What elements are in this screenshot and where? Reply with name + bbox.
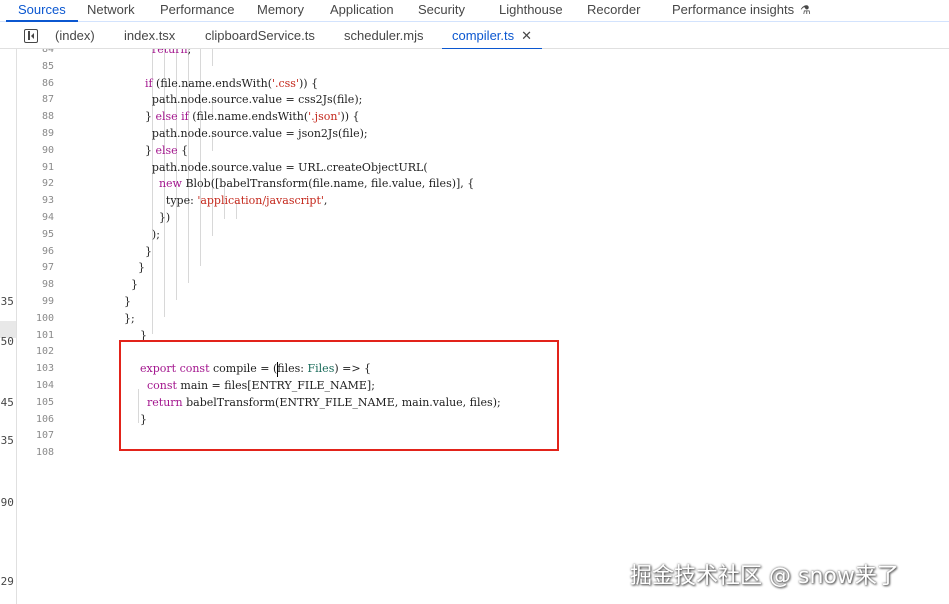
code-line[interactable]: 97 } [18,259,949,276]
file-tab-compiler-label: compiler.ts [452,28,515,43]
code-line[interactable]: 91 path.node.source.value = URL.createOb… [18,159,949,176]
left-strip-number: 590 [0,496,14,509]
line-number[interactable]: 105 [18,394,54,411]
code-editor[interactable]: 84 return; 85 86 if (file.name.endsWith('… [18,49,949,604]
line-number[interactable]: 97 [18,259,54,276]
editor-file-tabs: (index) index.tsx clipboardService.ts sc… [0,23,949,50]
left-strip-number: 729 [0,575,14,588]
tab-application[interactable]: Application [330,1,394,19]
tab-lighthouse[interactable]: Lighthouse [499,1,563,19]
watermark: 掘金技术社区 @ snow来了 [630,564,899,589]
left-strip-number: 150 [0,335,14,348]
left-pane-strip: 235 150 845 235 590 729 [0,49,17,604]
tab-performance-insights[interactable]: Performance insights ⚗ [672,1,811,19]
line-number[interactable]: 86 [18,75,54,92]
code-line[interactable]: 87 path.node.source.value = css2Js(file)… [18,91,949,108]
left-strip-number: 845 [0,396,14,409]
line-number[interactable]: 85 [18,58,54,75]
toggle-navigator-icon[interactable] [24,29,38,43]
code-line[interactable]: 96 } [18,243,949,260]
code-text: } [82,278,138,292]
line-number[interactable]: 89 [18,125,54,142]
code-text: new Blob([babelTransform(file.name, file… [158,177,475,191]
tab-performance-insights-label: Performance insights [672,2,795,17]
code-line[interactable]: 88 } else if (file.name.endsWith('.json'… [18,108,949,125]
line-number[interactable]: 95 [18,226,54,243]
line-number[interactable]: 87 [18,91,54,108]
line-number[interactable]: 108 [18,444,54,461]
code-text: path.node.source.value = json2Js(file); [82,127,368,140]
code-text: path.node.source.value = css2Js(file); [82,93,363,107]
line-number[interactable]: 88 [18,108,54,125]
line-number[interactable]: 99 [18,293,54,310]
line-number[interactable]: 93 [18,192,54,209]
code-line[interactable]: 85 [18,58,949,75]
file-tab-compiler[interactable]: compiler.ts ✕ [441,27,543,50]
code-line[interactable]: 99 } [18,293,949,310]
tab-recorder[interactable]: Recorder [587,1,640,19]
code-line[interactable]: 100 }; [18,310,949,327]
code-text: } else { [82,143,189,157]
line-number[interactable]: 100 [18,310,54,327]
line-number[interactable]: 103 [18,360,54,377]
highlight-annotation-box [119,340,559,451]
code-text: ); [82,227,160,241]
code-line[interactable]: 84 return; [18,49,949,58]
tab-performance[interactable]: Performance [160,1,234,19]
line-number[interactable]: 90 [18,142,54,159]
code-text: } else if (file.name.endsWith('.json')) … [82,110,360,124]
code-line[interactable]: 89 path.node.source.value = json2Js(file… [18,125,949,142]
code-text: path.node.source.value = URL.createObjec… [82,160,428,174]
code-text: }; [82,311,135,325]
tab-sources[interactable]: Sources [6,1,78,22]
file-tab-clipboardservice[interactable]: clipboardService.ts [205,27,315,45]
code-text: }) [82,211,171,224]
close-icon[interactable]: ✕ [521,28,532,43]
line-number[interactable]: 92 [18,175,54,192]
line-number[interactable]: 84 [18,49,54,58]
code-line[interactable]: 93 type: 'application/javascript', [18,192,949,209]
line-number[interactable]: 104 [18,377,54,394]
line-number[interactable]: 96 [18,243,54,260]
line-number[interactable]: 94 [18,209,54,226]
line-number[interactable]: 91 [18,159,54,176]
code-text: return; [151,49,192,56]
code-text: } [82,244,152,258]
tab-network[interactable]: Network [87,1,135,19]
left-strip-number: 235 [0,295,14,308]
file-tab-scheduler[interactable]: scheduler.mjs [344,27,423,45]
line-number[interactable]: 102 [18,343,54,360]
line-number[interactable]: 107 [18,427,54,444]
code-line[interactable]: 98 } [18,276,949,293]
code-line[interactable]: 92 new Blob([babelTransform(file.name, f… [18,175,949,192]
line-number[interactable]: 106 [18,411,54,428]
code-text: } [82,261,145,275]
code-line[interactable]: 90 } else { [18,142,949,159]
code-text: } [82,295,131,308]
file-tab-index-tsx[interactable]: index.tsx [124,27,175,45]
code-text: if (file.name.endsWith('.css')) { [144,76,319,90]
text-caret [277,362,278,377]
left-strip-number: 235 [0,434,14,447]
code-line[interactable]: 86 if (file.name.endsWith('.css')) { [18,75,949,92]
line-number[interactable]: 101 [18,327,54,344]
code-line[interactable]: 94 }) [18,209,949,226]
line-number[interactable]: 98 [18,276,54,293]
tab-security[interactable]: Security [418,1,465,19]
code-text: type: 'application/javascript', [82,194,328,208]
code-line[interactable]: 95 ); [18,226,949,243]
devtools-panel-tabs: Sources Network Performance Memory Appli… [0,0,949,22]
flask-icon: ⚗ [800,3,811,17]
tab-memory[interactable]: Memory [257,1,304,19]
file-tab-index[interactable]: (index) [55,27,95,45]
